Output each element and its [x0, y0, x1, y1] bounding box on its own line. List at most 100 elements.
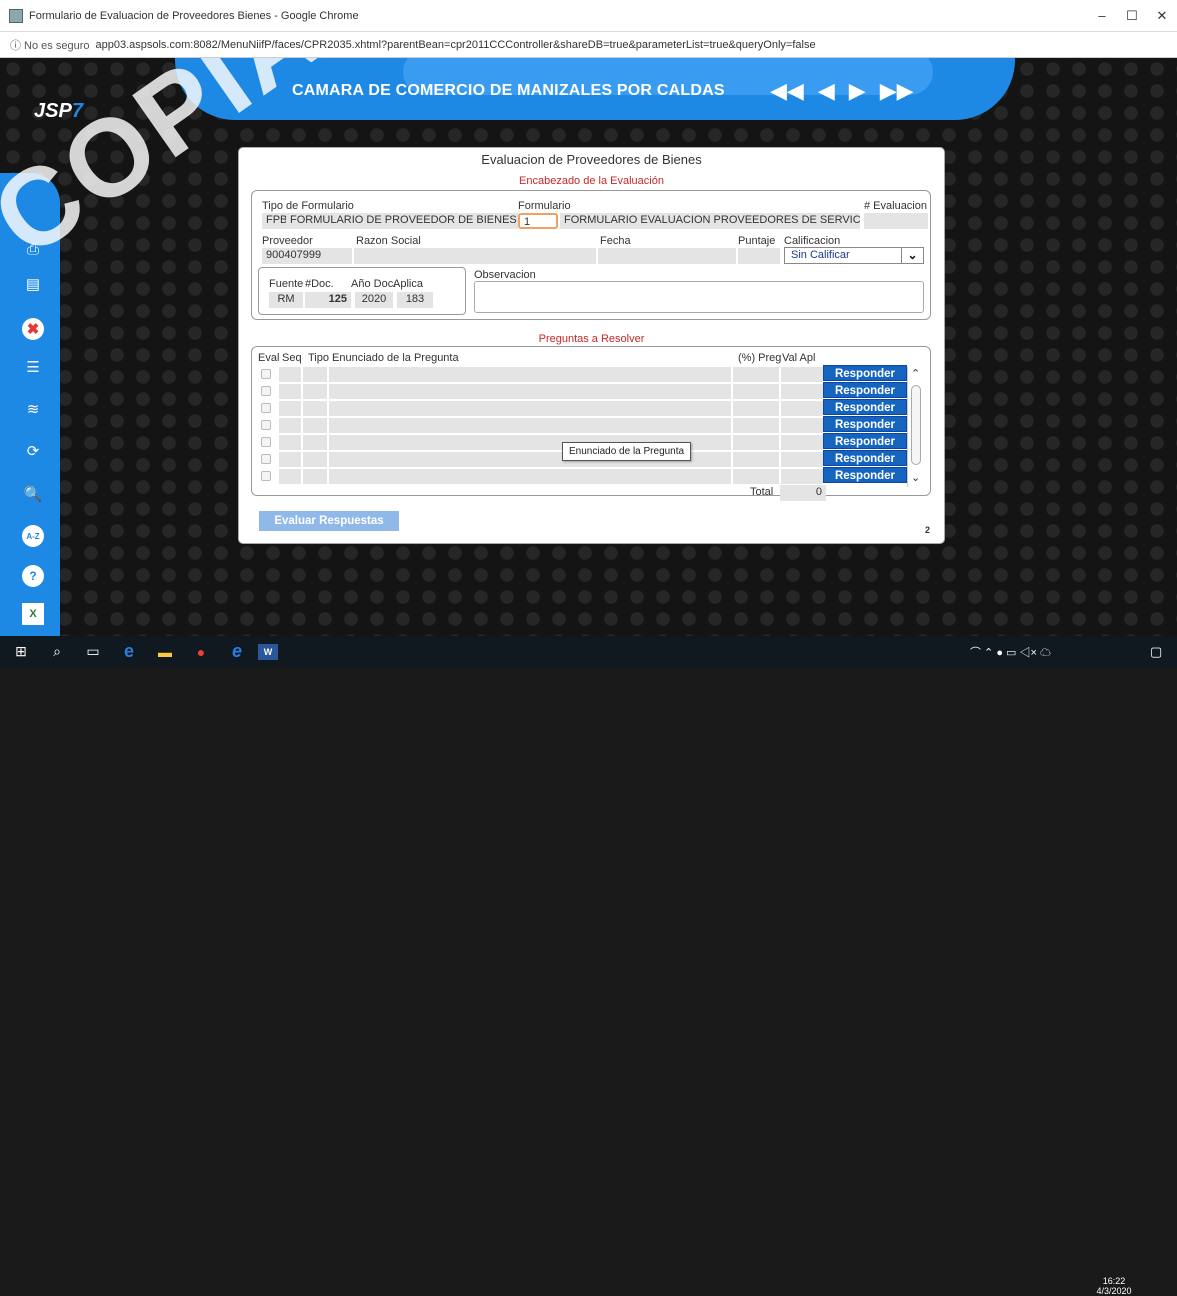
evaluation-form-panel: Evaluacion de Proveedores de Bienes Enca…: [238, 147, 945, 544]
internet-explorer-icon[interactable]: e: [222, 641, 252, 663]
tipo-name-field: FORMULARIO DE PROVEEDOR DE BIENES: [286, 213, 518, 229]
questions-scrollbar[interactable]: ⌃ ⌄: [907, 367, 924, 487]
logo-prefix: J: [34, 100, 46, 122]
evaluacion-field: [864, 213, 928, 229]
observacion-label: Observacion: [474, 269, 536, 281]
header-section-title: Encabezado de la Evaluación: [519, 175, 664, 187]
notification-icon[interactable]: ▢: [1150, 644, 1162, 660]
total-field: 0: [780, 485, 826, 501]
chevron-down-icon[interactable]: ⌄: [901, 248, 923, 263]
col-seq: Seq: [282, 352, 302, 364]
minimize-button[interactable]: –: [1092, 8, 1112, 23]
clock[interactable]: 16:22 4/3/2020: [1094, 1276, 1134, 1296]
window-titlebar: Formulario de Evaluacion de Proveedores …: [0, 0, 1177, 32]
question-row: [258, 417, 825, 433]
eval-checkbox[interactable]: [261, 369, 271, 379]
anio-label: Año Doc.: [351, 278, 397, 290]
calificacion-value: Sin Calificar: [791, 249, 850, 261]
aplica-field: 183: [397, 292, 433, 308]
search-document-icon[interactable]: 🔍: [22, 483, 44, 505]
taskbar: ⊞ ⌕ ▭ e ▬ ● e W ⌒ ⌃ ● ▭ ◁× ☁ 16:22 4/3/2…: [0, 636, 1177, 1296]
refresh-icon[interactable]: ⟳: [22, 440, 44, 462]
anio-field: 2020: [355, 292, 393, 308]
header-section: Tipo de Formulario FPB FORMULARIO DE PRO…: [251, 190, 931, 320]
excel-icon[interactable]: X: [22, 603, 44, 625]
print-icon[interactable]: ⎙: [22, 238, 44, 260]
proveedor-label: Proveedor: [262, 235, 313, 247]
sidebar: ⎙ ▤ ✖ ☰ ≋ ⟳ 🔍 A-Z ? X: [0, 173, 60, 636]
aplica-label: Aplica: [393, 278, 423, 290]
sort-az-icon[interactable]: A-Z: [22, 525, 44, 547]
eval-checkbox[interactable]: [261, 386, 271, 396]
eval-checkbox[interactable]: [261, 454, 271, 464]
col-eval: Eval: [258, 352, 280, 364]
responder-button[interactable]: Responder: [823, 450, 907, 466]
search-icon[interactable]: ⌕: [42, 641, 72, 663]
responder-button[interactable]: Responder: [823, 467, 907, 483]
system-tray-icons[interactable]: ⌒ ⌃ ● ▭ ◁× ☁: [970, 644, 1051, 660]
clock-time: 16:22: [1102, 1276, 1126, 1286]
help-icon[interactable]: ?: [22, 565, 44, 587]
previous-record-icon[interactable]: ◀: [818, 78, 835, 104]
responder-button[interactable]: Responder: [823, 399, 907, 415]
url-text[interactable]: app03.aspsols.com:8082/MenuNiifP/faces/C…: [95, 39, 815, 51]
scroll-up-icon[interactable]: ⌃: [911, 367, 920, 380]
record-navigation: ◀◀ ◀ ▶ ▶▶: [770, 78, 914, 104]
col-tipo: Tipo: [308, 352, 329, 364]
app-logo: JSP7: [34, 100, 83, 123]
calificacion-select[interactable]: Sin Calificar ⌄: [784, 247, 924, 264]
word-icon[interactable]: W: [258, 643, 278, 660]
responder-button[interactable]: Responder: [823, 416, 907, 432]
responder-button[interactable]: Responder: [823, 382, 907, 398]
question-row: [258, 400, 825, 416]
last-record-icon[interactable]: ▶▶: [880, 78, 914, 104]
scroll-down-icon[interactable]: ⌄: [911, 471, 920, 484]
eval-checkbox[interactable]: [261, 471, 271, 481]
responder-button[interactable]: Responder: [823, 365, 907, 381]
close-button[interactable]: ✕: [1152, 8, 1172, 24]
eval-checkbox[interactable]: [261, 437, 271, 447]
save-icon[interactable]: ▤: [22, 273, 44, 295]
security-indicator[interactable]: ⓘ No es seguro: [10, 37, 89, 53]
file-explorer-icon[interactable]: ▬: [150, 641, 180, 663]
maximize-button[interactable]: ☐: [1122, 8, 1142, 24]
questions-section: Eval Seq Tipo Enunciado de la Pregunta (…: [251, 346, 931, 501]
puntaje-field: [738, 248, 780, 264]
razon-label: Razon Social: [356, 235, 421, 247]
question-row: [258, 451, 825, 467]
logo-seven: 7: [71, 100, 83, 122]
col-val: Val Apl: [782, 352, 816, 364]
app-area: CAMARA DE COMERCIO DE MANIZALES POR CALD…: [0, 58, 1177, 636]
calificacion-label: Calificacion: [784, 235, 841, 247]
next-record-icon[interactable]: ▶: [849, 78, 866, 104]
window-title: Formulario de Evaluacion de Proveedores …: [29, 9, 359, 22]
proveedor-field[interactable]: 900407999: [262, 248, 352, 264]
observacion-textarea[interactable]: [474, 281, 924, 313]
formulario-label: Formulario: [518, 200, 571, 212]
eval-checkbox[interactable]: [261, 403, 271, 413]
evaluar-respuestas-button[interactable]: Evaluar Respuestas: [259, 511, 399, 531]
doc-field: 125: [305, 292, 351, 308]
fecha-field: [598, 248, 736, 264]
eval-checkbox[interactable]: [261, 420, 271, 430]
chrome-icon[interactable]: ●: [186, 641, 216, 663]
edge-icon[interactable]: e: [114, 641, 144, 663]
task-view-icon[interactable]: ▭: [78, 641, 108, 663]
address-bar[interactable]: ⓘ No es seguro app03.aspsols.com:8082/Me…: [0, 32, 1177, 58]
questions-section-title: Preguntas a Resolver: [538, 333, 645, 345]
formulario-name-field: FORMULARIO EVALUACION PROVEEDORES DE SER…: [560, 213, 860, 229]
responder-button[interactable]: Responder: [823, 433, 907, 449]
database-delete-icon[interactable]: ≋: [22, 398, 44, 420]
scroll-thumb[interactable]: [911, 385, 921, 465]
windows-start-icon[interactable]: ⊞: [6, 641, 36, 663]
question-row: [258, 366, 825, 382]
fuente-label: Fuente: [269, 278, 304, 290]
first-record-icon[interactable]: ◀◀: [770, 78, 804, 104]
total-label: Total: [750, 486, 774, 498]
razon-field: [354, 248, 596, 264]
database-icon[interactable]: ☰: [22, 356, 44, 378]
formulario-input[interactable]: 1: [518, 213, 558, 229]
fuente-field: RM: [269, 292, 303, 308]
cancel-icon[interactable]: ✖: [22, 318, 44, 340]
company-name: CAMARA DE COMERCIO DE MANIZALES POR CALD…: [292, 82, 725, 99]
